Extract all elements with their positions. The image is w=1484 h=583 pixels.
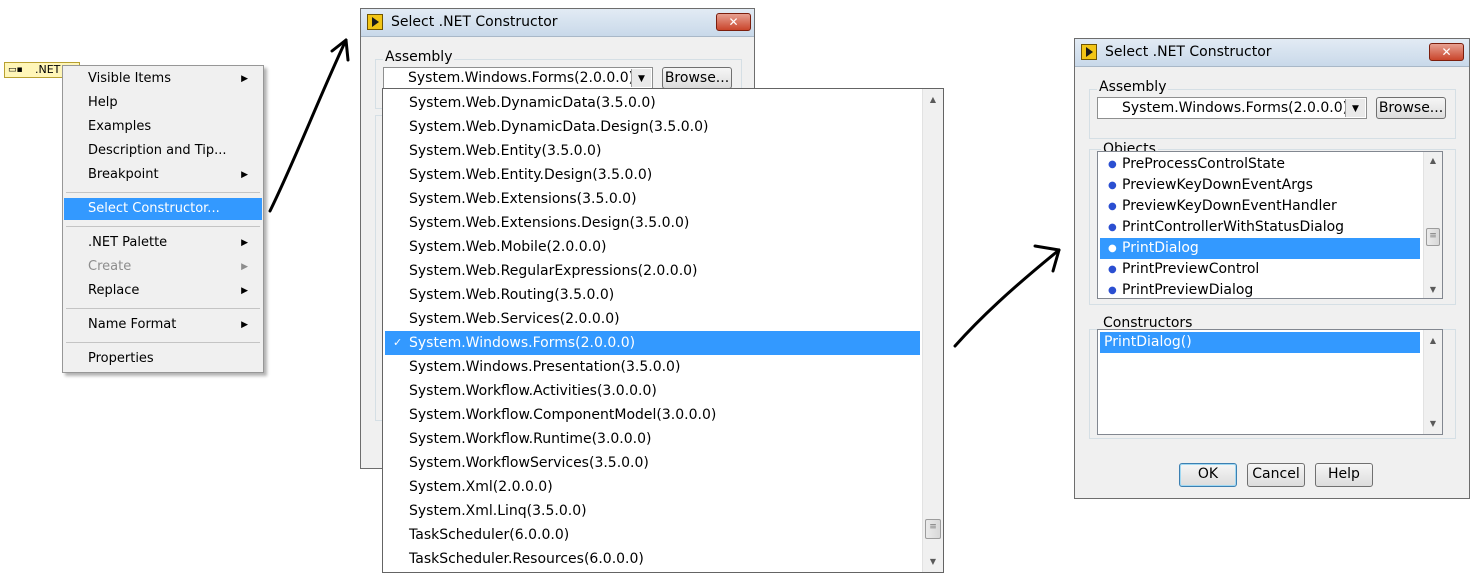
annotation-arrow-2 (953, 244, 1061, 348)
annotation-arrow-1 (268, 38, 350, 213)
annotation-arrows (268, 38, 1061, 348)
